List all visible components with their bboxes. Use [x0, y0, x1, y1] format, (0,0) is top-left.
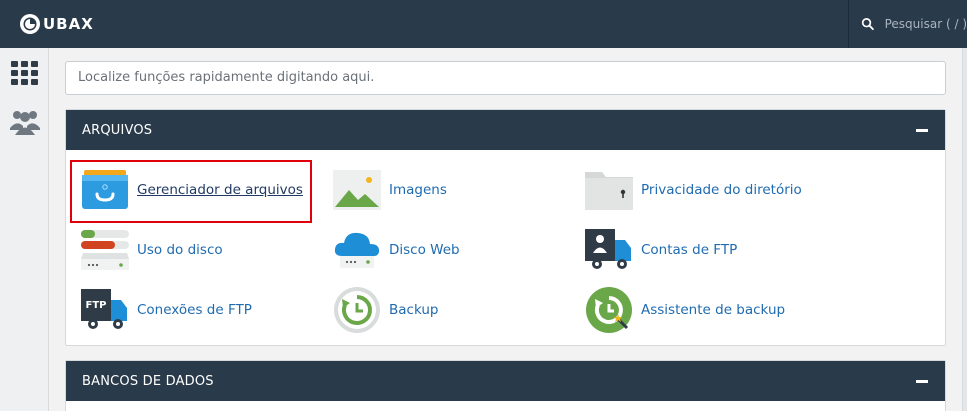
directory-privacy-icon — [585, 172, 633, 210]
web-disk-icon — [334, 232, 380, 268]
item-ftp-accounts[interactable]: Contas de FTP — [584, 226, 737, 274]
search-icon — [861, 18, 874, 31]
panel-bancos-de-dados: BANCOS DE DADOS — [65, 360, 946, 411]
item-web-disk[interactable]: Disco Web — [332, 226, 460, 274]
disk-usage-icon — [81, 230, 129, 270]
sidebar — [0, 48, 49, 411]
panel-arquivos: ARQUIVOS Gerenciador de arquivos Imagens — [65, 109, 946, 346]
top-search[interactable]: Pesquisar ( / ) — [848, 0, 967, 48]
panel-header-bancos-de-dados[interactable]: BANCOS DE DADOS — [66, 361, 945, 401]
collapse-icon[interactable] — [915, 374, 929, 388]
file-manager-icon — [82, 170, 128, 209]
panel-header-arquivos[interactable]: ARQUIVOS — [66, 110, 945, 150]
item-ftp-connections[interactable]: FTP Conexões de FTP — [80, 286, 252, 334]
item-label: Contas de FTP — [641, 242, 738, 258]
item-disk-usage[interactable]: Uso do disco — [80, 226, 223, 274]
top-search-placeholder: Pesquisar ( / ) — [884, 17, 967, 31]
item-label: Imagens — [389, 182, 447, 198]
item-label: Disco Web — [389, 242, 460, 258]
item-label: Conexões de FTP — [137, 302, 252, 318]
logo-icon — [20, 14, 40, 34]
item-backup-wizard[interactable]: Assistente de backup — [584, 286, 785, 334]
ftp-icon-text: FTP — [86, 300, 107, 311]
item-images[interactable]: Imagens — [332, 166, 447, 214]
item-label: Gerenciador de arquivos — [137, 182, 303, 198]
item-label: Uso do disco — [137, 242, 223, 258]
item-label: Backup — [389, 302, 439, 318]
backup-icon — [334, 287, 380, 333]
panel-title: ARQUIVOS — [82, 122, 153, 138]
brand-name: UBAX — [43, 15, 94, 33]
item-directory-privacy[interactable]: Privacidade do diretório — [584, 166, 802, 214]
item-label: Assistente de backup — [641, 302, 786, 318]
images-icon — [333, 170, 381, 210]
item-backup[interactable]: Backup — [332, 286, 439, 334]
users-icon[interactable] — [10, 106, 40, 136]
brand-logo[interactable]: UBAX — [19, 10, 94, 38]
item-file-manager[interactable]: Gerenciador de arquivos — [80, 166, 303, 214]
item-label: Privacidade do diretório — [641, 182, 802, 198]
grid-icon[interactable] — [10, 58, 40, 88]
top-bar: UBAX Pesquisar ( / ) — [0, 0, 967, 48]
ftp-connections-icon: FTP — [81, 289, 127, 329]
quick-search-input[interactable]: Localize funções rapidamente digitando a… — [65, 61, 946, 95]
backup-wizard-icon — [586, 287, 632, 333]
right-gutter — [962, 48, 967, 411]
collapse-icon[interactable] — [915, 123, 929, 137]
ftp-accounts-icon — [585, 229, 631, 269]
panel-title: BANCOS DE DADOS — [82, 373, 214, 389]
main-content: Localize funções rapidamente digitando a… — [49, 48, 962, 411]
